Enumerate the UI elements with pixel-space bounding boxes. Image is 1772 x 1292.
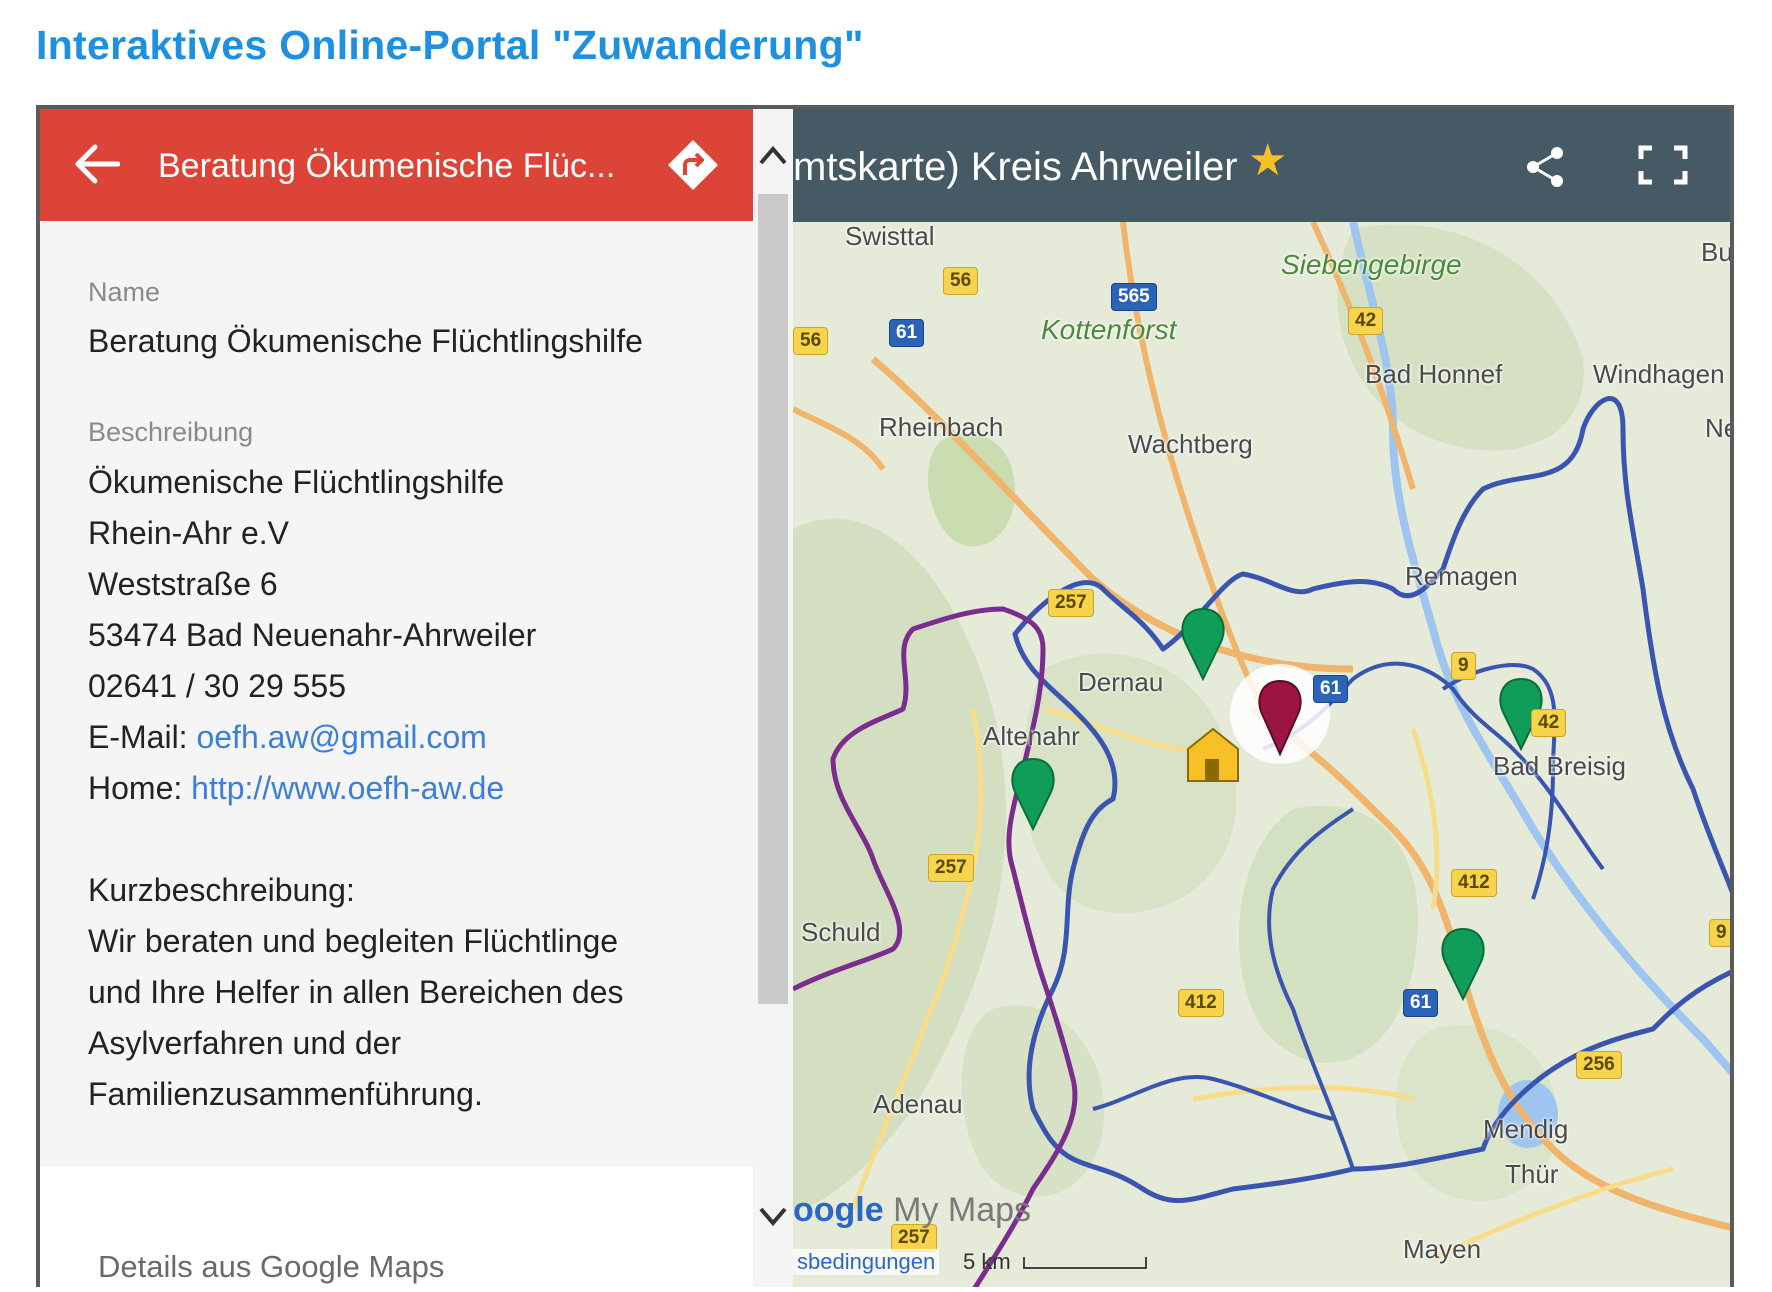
map-embed: mtskarte) Kreis Ahrweiler ★ Swisttal Sie… [36, 105, 1734, 1287]
map-label-altenahr: Altenahr [983, 721, 1080, 751]
road-shield: 42 [1348, 307, 1384, 335]
panel-header: Beratung Ökumenische Flüc... [40, 109, 753, 221]
directions-icon[interactable] [665, 137, 721, 193]
road-shield: 61 [889, 319, 925, 347]
panel-title: Beratung Ökumenische Flüc... [158, 147, 616, 185]
name-label: Name [88, 277, 161, 307]
map-view[interactable]: mtskarte) Kreis Ahrweiler ★ Swisttal Sie… [793, 109, 1733, 1287]
fullscreen-icon[interactable] [1638, 145, 1688, 185]
page-title: Interaktives Online-Portal "Zuwanderung" [36, 22, 864, 68]
description-line: Ökumenische Flüchtlingshilfe [88, 464, 505, 500]
map-label-swisttal: Swisttal [845, 221, 935, 251]
road-shield: 9 [1709, 919, 1730, 947]
short-description-line: Wir beraten und begleiten Flüchtlinge [88, 923, 619, 959]
road-shield: 256 [1576, 1051, 1622, 1079]
map-label-remagen: Remagen [1405, 561, 1518, 591]
map-label-mendig: Mendig [1483, 1114, 1569, 1144]
scale-bar [1023, 1257, 1147, 1269]
star-icon[interactable]: ★ [1248, 139, 1287, 183]
name-value: Beratung Ökumenische Flüchtlingshilfe [88, 323, 643, 359]
google-maps-details-link[interactable]: Details aus Google Maps [98, 1249, 444, 1285]
scale-label: 5 km [963, 1249, 1011, 1274]
short-description-line: Asylverfahren und der [88, 1025, 402, 1061]
map-header: mtskarte) Kreis Ahrweiler ★ [793, 109, 1730, 222]
google-mymaps-logo: oogle My Maps [793, 1191, 1032, 1229]
map-label-dernau: Dernau [1078, 667, 1164, 697]
map-label-rheinbach: Rheinbach [879, 412, 1004, 442]
road-shield: 42 [1531, 709, 1567, 737]
road-shield: 257 [928, 854, 974, 882]
road-shield: 61 [1313, 675, 1349, 703]
map-label-schuld: Schuld [801, 917, 881, 947]
road-shield: 565 [1111, 283, 1157, 311]
road-shield: 61 [1403, 989, 1439, 1017]
chevron-down-icon[interactable] [755, 1197, 791, 1233]
map-label-wachtberg: Wachtberg [1128, 429, 1253, 459]
description-line: Weststraße 6 [88, 566, 278, 602]
home-link[interactable]: http://www.oefh-aw.de [191, 770, 504, 806]
map-label-bad-honnef: Bad Honnef [1365, 359, 1503, 389]
map-label-windhagen: Windhagen [1593, 359, 1725, 389]
road-shield: 412 [1178, 989, 1224, 1017]
short-description-line: Familienzusammenführung. [88, 1076, 483, 1112]
email-link[interactable]: oefh.aw@gmail.com [196, 719, 486, 755]
road-shield: 257 [1048, 589, 1094, 617]
description-line: 02641 / 30 29 555 [88, 668, 347, 704]
email-line: E-Mail: oefh.aw@gmail.com [88, 719, 487, 755]
short-description-label: Kurzbeschreibung: [88, 872, 355, 908]
panel-scrollbar[interactable] [753, 109, 793, 1287]
map-label-ne: Ne [1705, 413, 1730, 443]
road-shield: 56 [793, 327, 829, 355]
info-panel: Beratung Ökumenische Flüc... Name Beratu… [40, 109, 753, 1287]
map-label-buc: Buc [1701, 237, 1733, 267]
chevron-up-icon[interactable] [755, 139, 791, 175]
map-label-thur: Thür [1505, 1159, 1559, 1189]
description-label: Beschreibung [88, 417, 254, 447]
map-title: mtskarte) Kreis Ahrweiler [793, 145, 1238, 189]
road-shield: 412 [1451, 869, 1497, 897]
map-label-mayen: Mayen [1403, 1234, 1482, 1264]
short-description-line: und Ihre Helfer in allen Bereichen des [88, 974, 624, 1010]
description-line: Rhein-Ahr e.V [88, 515, 289, 551]
map-label-kottenforst: Kottenforst [1041, 314, 1177, 345]
scroll-thumb[interactable] [758, 194, 788, 1004]
map-label-adenau: Adenau [873, 1089, 963, 1119]
terms-link[interactable]: sbedingungen [793, 1249, 940, 1275]
share-icon[interactable] [1523, 145, 1567, 189]
home-line: Home: http://www.oefh-aw.de [88, 770, 505, 806]
map-label-siebengebirge: Siebengebirge [1281, 249, 1462, 280]
road-shield: 9 [1451, 652, 1476, 680]
map-label-bad-breisig: Bad Breisig [1493, 751, 1626, 781]
road-shield: 56 [943, 267, 979, 295]
back-arrow-icon[interactable] [74, 143, 120, 185]
description-line: 53474 Bad Neuenahr-Ahrweiler [88, 617, 537, 653]
